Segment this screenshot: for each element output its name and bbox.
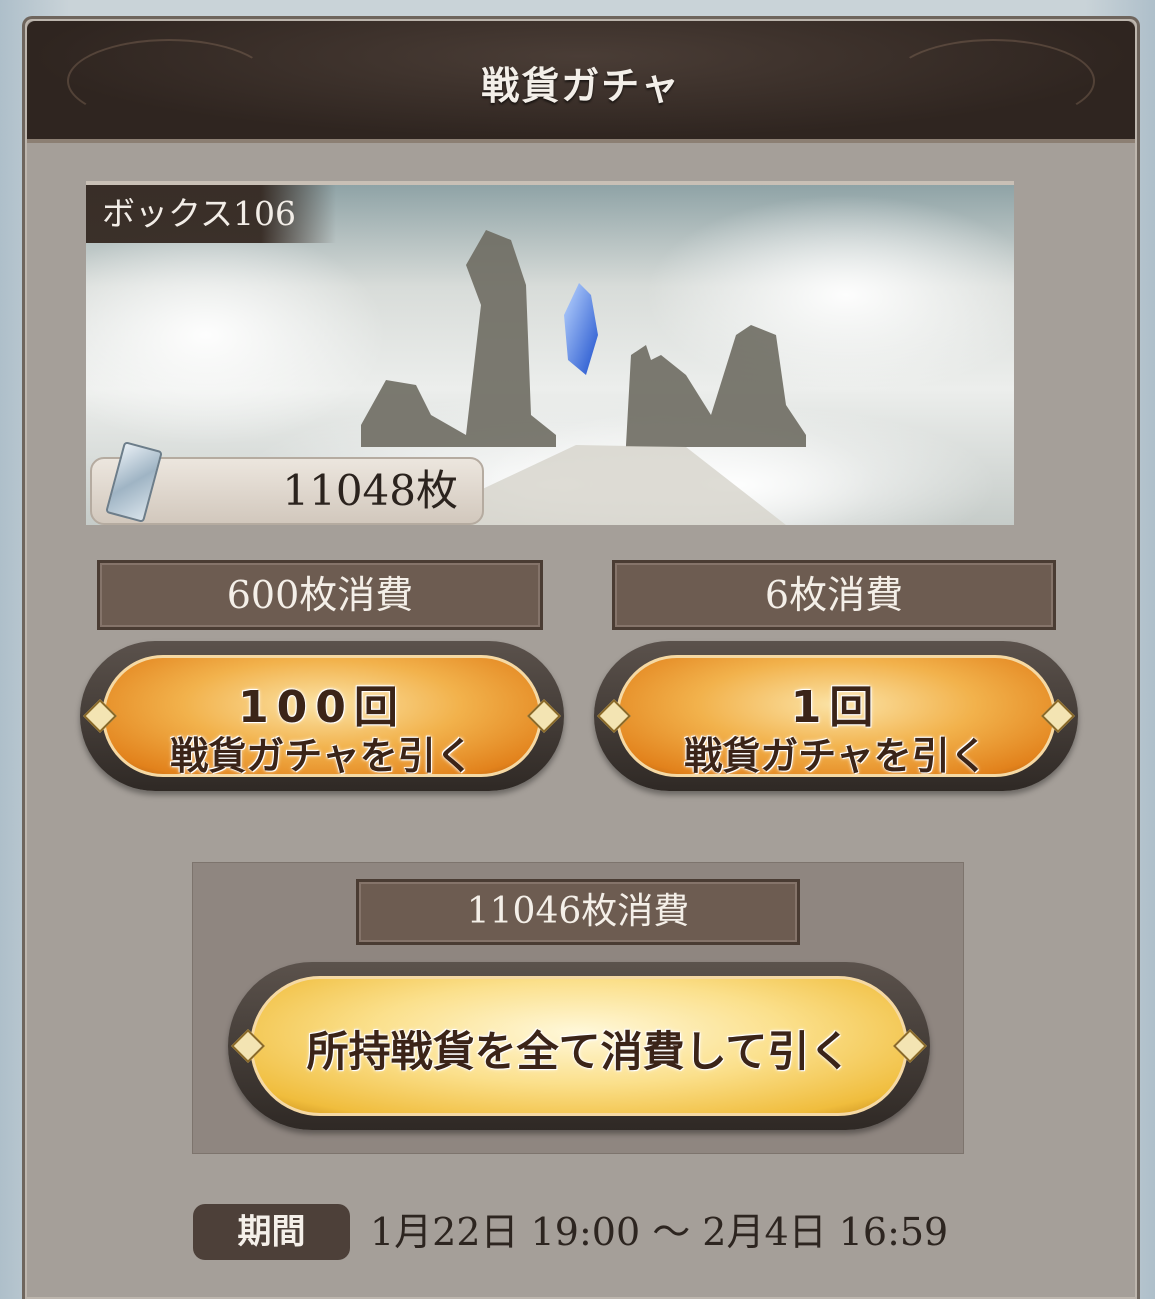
- draw-all-cost: 11046枚消費: [356, 879, 800, 945]
- title-bar: 戦貨ガチャ: [27, 21, 1135, 143]
- ticket-count: 11048枚: [282, 466, 458, 515]
- draw-1-label: 戦貨ガチャを引く: [684, 734, 988, 778]
- ticket-balance: 11048枚: [90, 441, 484, 525]
- draw-1-button[interactable]: 1回 戦貨ガチャを引く: [594, 641, 1078, 791]
- draw-all-label: 所持戦貨を全て消費して引く: [306, 1027, 852, 1076]
- box-number-label: ボックス106: [86, 185, 336, 243]
- box-banner: ボックス106 11048枚: [86, 185, 1014, 525]
- draw-1-cost: 6枚消費: [612, 560, 1056, 630]
- draw-100-label: 戦貨ガチャを引く: [170, 734, 474, 778]
- crystal-icon: [564, 283, 598, 375]
- page-title: 戦貨ガチャ: [481, 64, 681, 108]
- period-label: 期間: [193, 1204, 350, 1260]
- draw-100-button[interactable]: 100回 戦貨ガチャを引く: [80, 641, 564, 791]
- draw-all-button[interactable]: 所持戦貨を全て消費して引く: [228, 962, 930, 1130]
- draw-100-cost: 600枚消費: [97, 560, 543, 630]
- period-value: 1月22日 19:00 〜 2月4日 16:59: [370, 1210, 949, 1254]
